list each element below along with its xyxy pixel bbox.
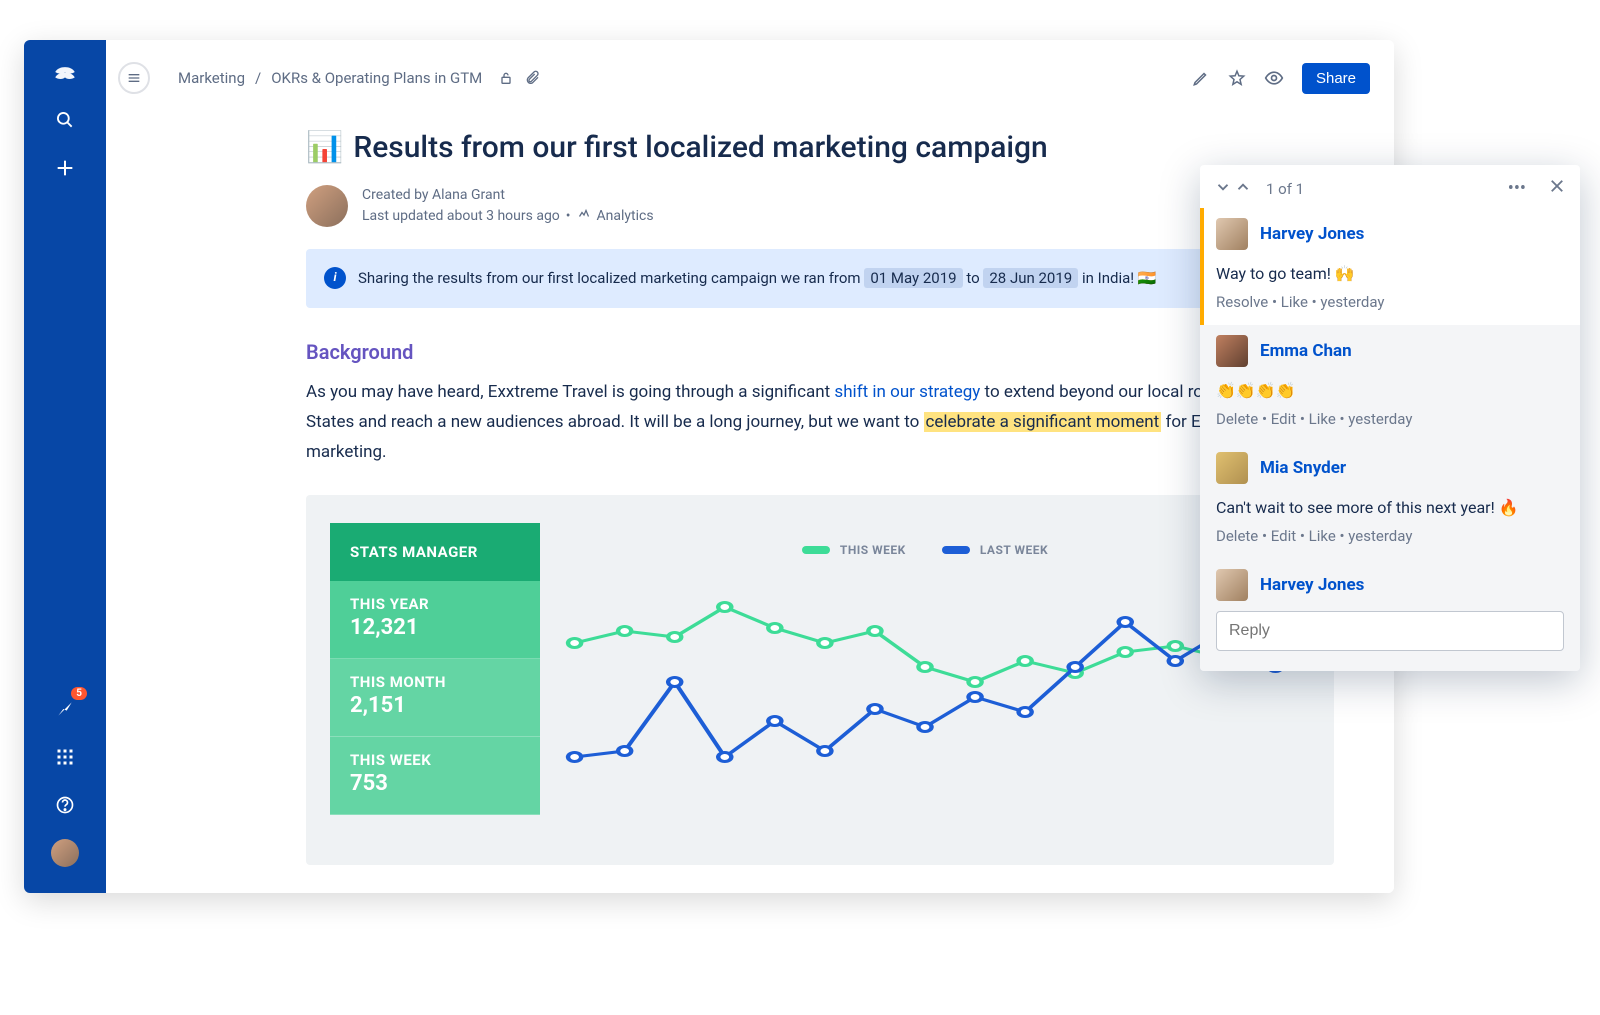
global-nav: 5 (24, 40, 106, 893)
comment-body: Can't wait to see more of this next year… (1216, 498, 1564, 517)
topbar: Marketing / OKRs & Operating Plans in GT… (106, 40, 1394, 100)
strategy-link[interactable]: shift in our strategy (834, 382, 980, 402)
info-panel: i Sharing the results from our first loc… (306, 249, 1334, 308)
profile-avatar[interactable] (45, 833, 85, 873)
section-paragraph: As you may have heard, Exxtreme Travel i… (306, 378, 1334, 467)
collapse-sidebar-button[interactable] (118, 62, 150, 94)
comment-avatar[interactable] (1216, 452, 1248, 484)
restrictions-icon[interactable] (498, 70, 514, 86)
prev-comment-icon[interactable] (1214, 178, 1232, 200)
comment-avatar[interactable] (1216, 218, 1248, 250)
comment-actions[interactable]: Delete • Edit • Like • yesterday (1216, 410, 1564, 428)
reply-author: Harvey Jones (1260, 575, 1364, 595)
stats-header: STATS MANAGER (330, 523, 540, 581)
star-icon[interactable] (1228, 69, 1246, 87)
edit-icon[interactable] (1192, 69, 1210, 87)
comment: Harvey Jones Way to go team! 🙌 Resolve • L… (1200, 208, 1580, 325)
stat-block: THIS YEAR12,321 (330, 581, 540, 659)
comment-body: Way to go team! 🙌 (1216, 264, 1564, 283)
chart-legend: THIS WEEK LAST WEEK (560, 523, 1290, 567)
notifications-icon[interactable]: 5 (45, 689, 85, 729)
breadcrumb-page[interactable]: OKRs & Operating Plans in GTM (271, 69, 482, 87)
watch-icon[interactable] (1264, 68, 1284, 88)
help-icon[interactable] (45, 785, 85, 825)
line-chart (560, 567, 1290, 827)
comment-author[interactable]: Harvey Jones (1260, 224, 1364, 244)
updated-line: Last updated about 3 hours ago (362, 206, 560, 227)
product-logo[interactable] (45, 52, 85, 92)
comment-actions[interactable]: Resolve • Like • yesterday (1216, 293, 1564, 311)
comments-panel: 1 of 1 ••• Harvey Jones Way to go team! 🙌… (1200, 165, 1580, 671)
app-shell: 5 Marketing / OKRs & Operating Plans in … (24, 40, 1394, 893)
title-emoji: 📊 (306, 130, 343, 165)
comment-actions[interactable]: Delete • Edit • Like • yesterday (1216, 527, 1564, 545)
author-line: Created by Alana Grant (362, 185, 654, 206)
comment-avatar[interactable] (1216, 335, 1248, 367)
byline: Created by Alana Grant Last updated abou… (306, 185, 1334, 227)
attachment-icon[interactable] (524, 70, 540, 86)
stat-block: THIS MONTH2,151 (330, 659, 540, 737)
reply-input[interactable] (1216, 611, 1564, 651)
date-chip-start: 01 May 2019 (864, 268, 962, 288)
analytics-icon (577, 206, 591, 227)
author-avatar[interactable] (306, 185, 348, 227)
date-chip-end: 28 Jun 2019 (983, 268, 1078, 288)
comment-author[interactable]: Emma Chan (1260, 341, 1352, 361)
comment-body: 👏👏👏👏 (1216, 381, 1564, 400)
analytics-link[interactable]: Analytics (597, 206, 654, 227)
stat-block: THIS WEEK753 (330, 737, 540, 815)
comment: Emma Chan 👏👏👏👏 Delete • Edit • Like • yest… (1200, 325, 1580, 442)
app-switcher-icon[interactable] (45, 737, 85, 777)
create-icon[interactable] (45, 148, 85, 188)
breadcrumb: Marketing / OKRs & Operating Plans in GT… (178, 69, 540, 87)
page-title: 📊 Results from our first localized marke… (306, 130, 1334, 165)
notification-badge: 5 (71, 687, 87, 700)
comment-counter: 1 of 1 (1266, 180, 1304, 198)
comment-author[interactable]: Mia Snyder (1260, 458, 1346, 478)
title-text: Results from our first localized marketi… (353, 130, 1047, 165)
next-comment-icon[interactable] (1234, 178, 1252, 200)
more-actions-icon[interactable]: ••• (1508, 178, 1526, 199)
comment: Mia Snyder Can't wait to see more of this… (1200, 442, 1580, 559)
highlighted-text: celebrate a significant moment (924, 412, 1162, 432)
stats-card: STATS MANAGER THIS YEAR12,321THIS MONTH2… (306, 495, 1334, 865)
share-button[interactable]: Share (1302, 63, 1370, 94)
reply-row: Harvey Jones (1200, 559, 1580, 671)
top-actions: Share (1192, 63, 1370, 94)
comments-header: 1 of 1 ••• (1200, 165, 1580, 208)
reply-avatar (1216, 569, 1248, 601)
section-heading: Background (306, 340, 1334, 364)
info-icon: i (324, 267, 346, 289)
breadcrumb-parent[interactable]: Marketing (178, 69, 245, 87)
close-icon[interactable] (1548, 177, 1566, 200)
search-icon[interactable] (45, 100, 85, 140)
